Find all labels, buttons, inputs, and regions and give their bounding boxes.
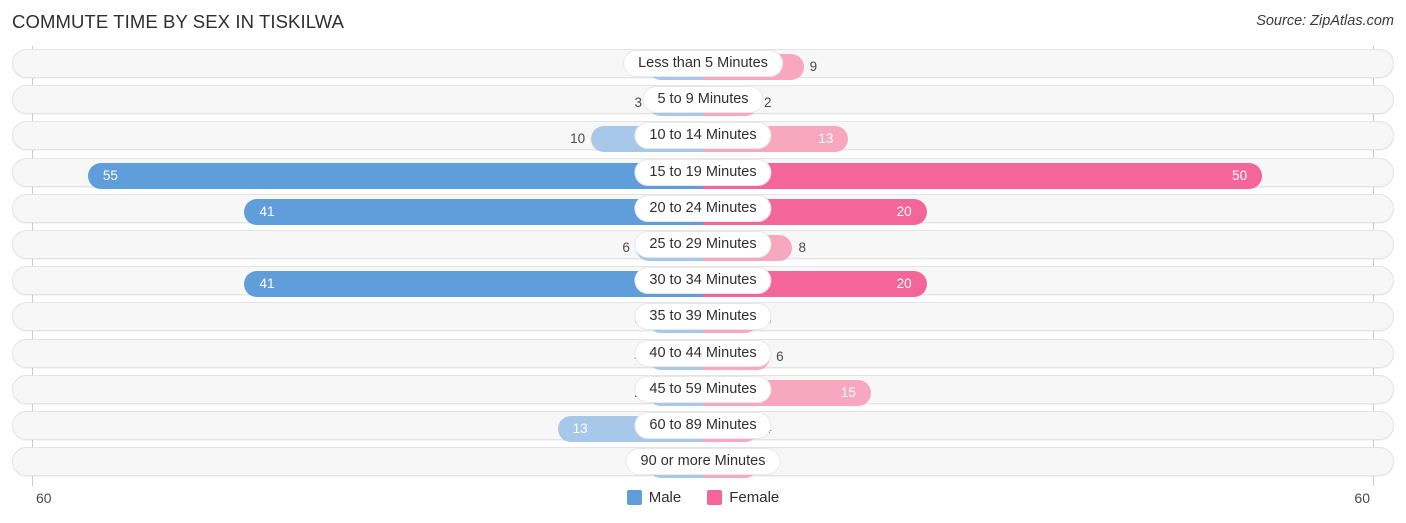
- chart-header: COMMUTE TIME BY SEX IN TISKILWA Source: …: [0, 0, 1406, 46]
- bar-male[interactable]: [87, 162, 703, 189]
- table-row[interactable]: 09Less than 5 Minutes: [0, 46, 1406, 82]
- value-label-male: 41: [259, 276, 275, 292]
- category-label: 15 to 19 Minutes: [635, 159, 771, 185]
- table-row[interactable]: 0035 to 39 Minutes: [0, 299, 1406, 335]
- value-label-female: 9: [809, 59, 818, 74]
- category-label: 35 to 39 Minutes: [635, 304, 771, 330]
- table-row[interactable]: 13460 to 89 Minutes: [0, 408, 1406, 444]
- category-label: 5 to 9 Minutes: [643, 87, 763, 113]
- table-row[interactable]: 0090 or more Minutes: [0, 444, 1406, 480]
- table-row[interactable]: 3 25 to 9 Minutes: [0, 82, 1406, 118]
- category-label: 40 to 44 Minutes: [635, 340, 771, 366]
- value-label-male: 13: [572, 420, 588, 436]
- value-label-female: 15: [840, 384, 856, 400]
- value-label-female: 50: [1232, 167, 1248, 183]
- table-row[interactable]: 41 20 20 to 24 Minutes: [0, 191, 1406, 227]
- category-label: 45 to 59 Minutes: [635, 376, 771, 402]
- legend-label: Male: [648, 489, 682, 506]
- bar-female[interactable]: [703, 162, 1263, 189]
- value-label-male: 55: [102, 167, 118, 183]
- value-label-female: 20: [896, 203, 912, 219]
- table-row[interactable]: 41 20 30 to 34 Minutes: [0, 263, 1406, 299]
- source-attribution: Source: ZipAtlas.com: [1256, 13, 1394, 29]
- chart-footer: 60 60 Male Female: [0, 486, 1406, 523]
- table-row[interactable]: 4640 to 44 Minutes: [0, 336, 1406, 372]
- table-row[interactable]: 10 13 10 to 14 Minutes: [0, 118, 1406, 154]
- chart-plot-area: 09Less than 5 Minutes325 to 9 Minutes101…: [0, 46, 1406, 486]
- table-row[interactable]: 55 50 15 to 19 Minutes: [0, 155, 1406, 191]
- value-label-female: 2: [764, 95, 772, 111]
- category-label: 10 to 14 Minutes: [635, 123, 771, 149]
- category-label: Less than 5 Minutes: [624, 51, 782, 76]
- legend-item[interactable]: Male: [626, 489, 682, 506]
- value-label-male: 3: [634, 95, 642, 111]
- legend-label: Female: [729, 489, 780, 506]
- category-label: 30 to 34 Minutes: [635, 268, 771, 294]
- value-label-female: 20: [896, 276, 912, 292]
- table-row[interactable]: 21545 to 59 Minutes: [0, 372, 1406, 408]
- category-label: 90 or more Minutes: [626, 449, 780, 475]
- value-label-male: 41: [259, 203, 275, 219]
- legend-item[interactable]: Female: [707, 489, 779, 506]
- value-label-female: 8: [798, 239, 806, 255]
- category-label: 60 to 89 Minutes: [635, 412, 771, 438]
- value-label-female: 6: [776, 348, 784, 364]
- value-label-male: 10: [570, 131, 586, 147]
- bar-row-list: 09Less than 5 Minutes325 to 9 Minutes101…: [0, 46, 1406, 480]
- bar-male[interactable]: [244, 271, 703, 298]
- page-title: COMMUTE TIME BY SEX IN TISKILWA: [12, 11, 345, 32]
- legend-swatch-icon: [626, 490, 642, 505]
- table-row[interactable]: 6 8 25 to 29 Minutes: [0, 227, 1406, 263]
- category-label: 20 to 24 Minutes: [635, 195, 771, 221]
- value-label-female: 13: [818, 131, 834, 147]
- category-label: 25 to 29 Minutes: [635, 231, 771, 257]
- bar-male[interactable]: [244, 198, 703, 225]
- legend-swatch-icon: [707, 490, 723, 505]
- value-label-male: 6: [622, 239, 630, 255]
- chart-legend: Male Female: [0, 489, 1406, 506]
